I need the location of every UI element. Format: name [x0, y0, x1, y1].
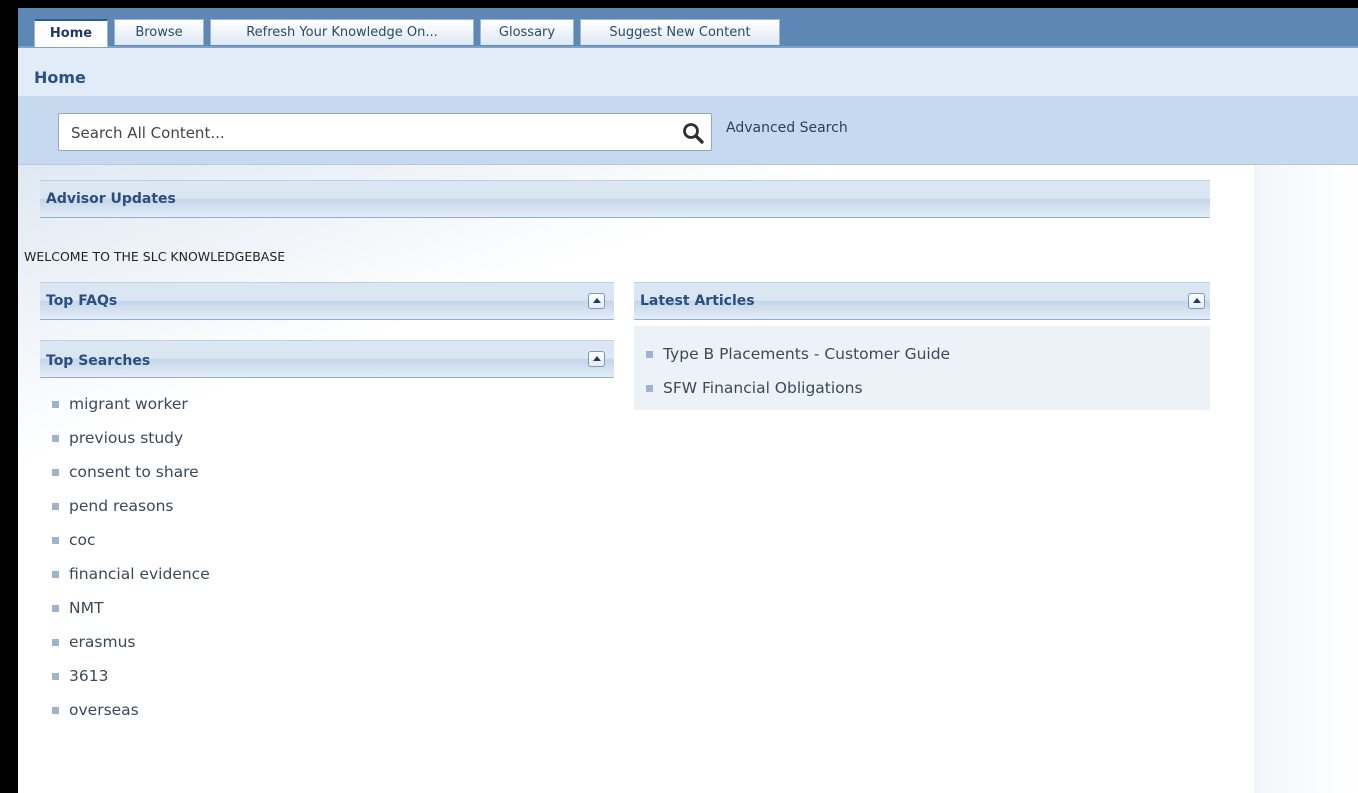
welcome-message: WELCOME TO THE SLC KNOWLEDGEBASE [24, 249, 286, 264]
top-search-link[interactable]: 3613 [69, 667, 108, 685]
bullet-icon [52, 503, 59, 510]
search-bar: Advanced Search [18, 96, 1358, 165]
collapse-icon[interactable] [588, 351, 605, 367]
tab-home[interactable]: Home [34, 19, 108, 47]
tab-bar: Home Browse Refresh Your Knowledge On...… [18, 8, 1358, 48]
advanced-search-link[interactable]: Advanced Search [726, 120, 848, 136]
top-search-item[interactable]: coc [52, 523, 210, 557]
search-input[interactable] [69, 114, 663, 152]
latest-articles-title: Latest Articles [640, 293, 755, 309]
top-search-link[interactable]: previous study [69, 429, 183, 447]
top-searches-list: migrant worker previous study consent to… [52, 387, 210, 727]
advisor-updates-header: Advisor Updates [40, 180, 1210, 218]
page-title-bar: Home [18, 48, 1358, 96]
tab-refresh-your-knowledge[interactable]: Refresh Your Knowledge On... [210, 19, 474, 45]
top-faqs-title: Top FAQs [46, 293, 118, 309]
latest-article-item[interactable]: Type B Placements - Customer Guide [646, 337, 950, 371]
top-search-item[interactable]: erasmus [52, 625, 210, 659]
top-search-item[interactable]: migrant worker [52, 387, 210, 421]
latest-articles-header: Latest Articles [634, 282, 1210, 320]
bullet-icon [646, 351, 653, 358]
top-search-link[interactable]: pend reasons [69, 497, 174, 515]
latest-article-link[interactable]: Type B Placements - Customer Guide [663, 345, 950, 363]
bullet-icon [52, 469, 59, 476]
top-search-link[interactable]: financial evidence [69, 565, 210, 583]
bullet-icon [52, 571, 59, 578]
tab-browse[interactable]: Browse [114, 19, 204, 45]
page-title: Home [34, 68, 86, 87]
bullet-icon [52, 605, 59, 612]
top-search-link[interactable]: overseas [69, 701, 139, 719]
bullet-icon [52, 673, 59, 680]
top-searches-header: Top Searches [40, 340, 614, 378]
top-search-item[interactable]: pend reasons [52, 489, 210, 523]
latest-article-item[interactable]: SFW Financial Obligations [646, 371, 950, 405]
bullet-icon [52, 537, 59, 544]
top-faqs-header: Top FAQs [40, 282, 614, 320]
top-search-link[interactable]: migrant worker [69, 395, 188, 413]
latest-articles-list: Type B Placements - Customer Guide SFW F… [646, 337, 950, 405]
advisor-updates-title: Advisor Updates [46, 191, 176, 207]
top-search-item[interactable]: NMT [52, 591, 210, 625]
knowledgebase-window: Home Browse Refresh Your Knowledge On...… [18, 8, 1358, 793]
top-search-item[interactable]: financial evidence [52, 557, 210, 591]
top-search-item[interactable]: consent to share [52, 455, 210, 489]
top-search-item[interactable]: 3613 [52, 659, 210, 693]
tab-suggest-new-content[interactable]: Suggest New Content [580, 19, 780, 45]
bullet-icon [52, 639, 59, 646]
top-searches-title: Top Searches [46, 353, 151, 369]
tab-glossary[interactable]: Glossary [480, 19, 574, 45]
main-content: Advisor Updates WELCOME TO THE SLC KNOWL… [18, 165, 1254, 793]
latest-article-link[interactable]: SFW Financial Obligations [663, 379, 863, 397]
top-search-item[interactable]: overseas [52, 693, 210, 727]
collapse-icon[interactable] [1188, 293, 1205, 309]
bullet-icon [52, 401, 59, 408]
top-search-link[interactable]: erasmus [69, 633, 135, 651]
search-icon[interactable] [681, 121, 705, 145]
collapse-icon[interactable] [588, 293, 605, 309]
top-search-item[interactable]: previous study [52, 421, 210, 455]
top-search-link[interactable]: coc [69, 531, 96, 549]
top-search-link[interactable]: NMT [69, 599, 103, 617]
bullet-icon [646, 385, 653, 392]
search-box [58, 113, 712, 152]
bullet-icon [52, 435, 59, 442]
bullet-icon [52, 707, 59, 714]
top-search-link[interactable]: consent to share [69, 463, 199, 481]
right-pane [1254, 165, 1358, 793]
